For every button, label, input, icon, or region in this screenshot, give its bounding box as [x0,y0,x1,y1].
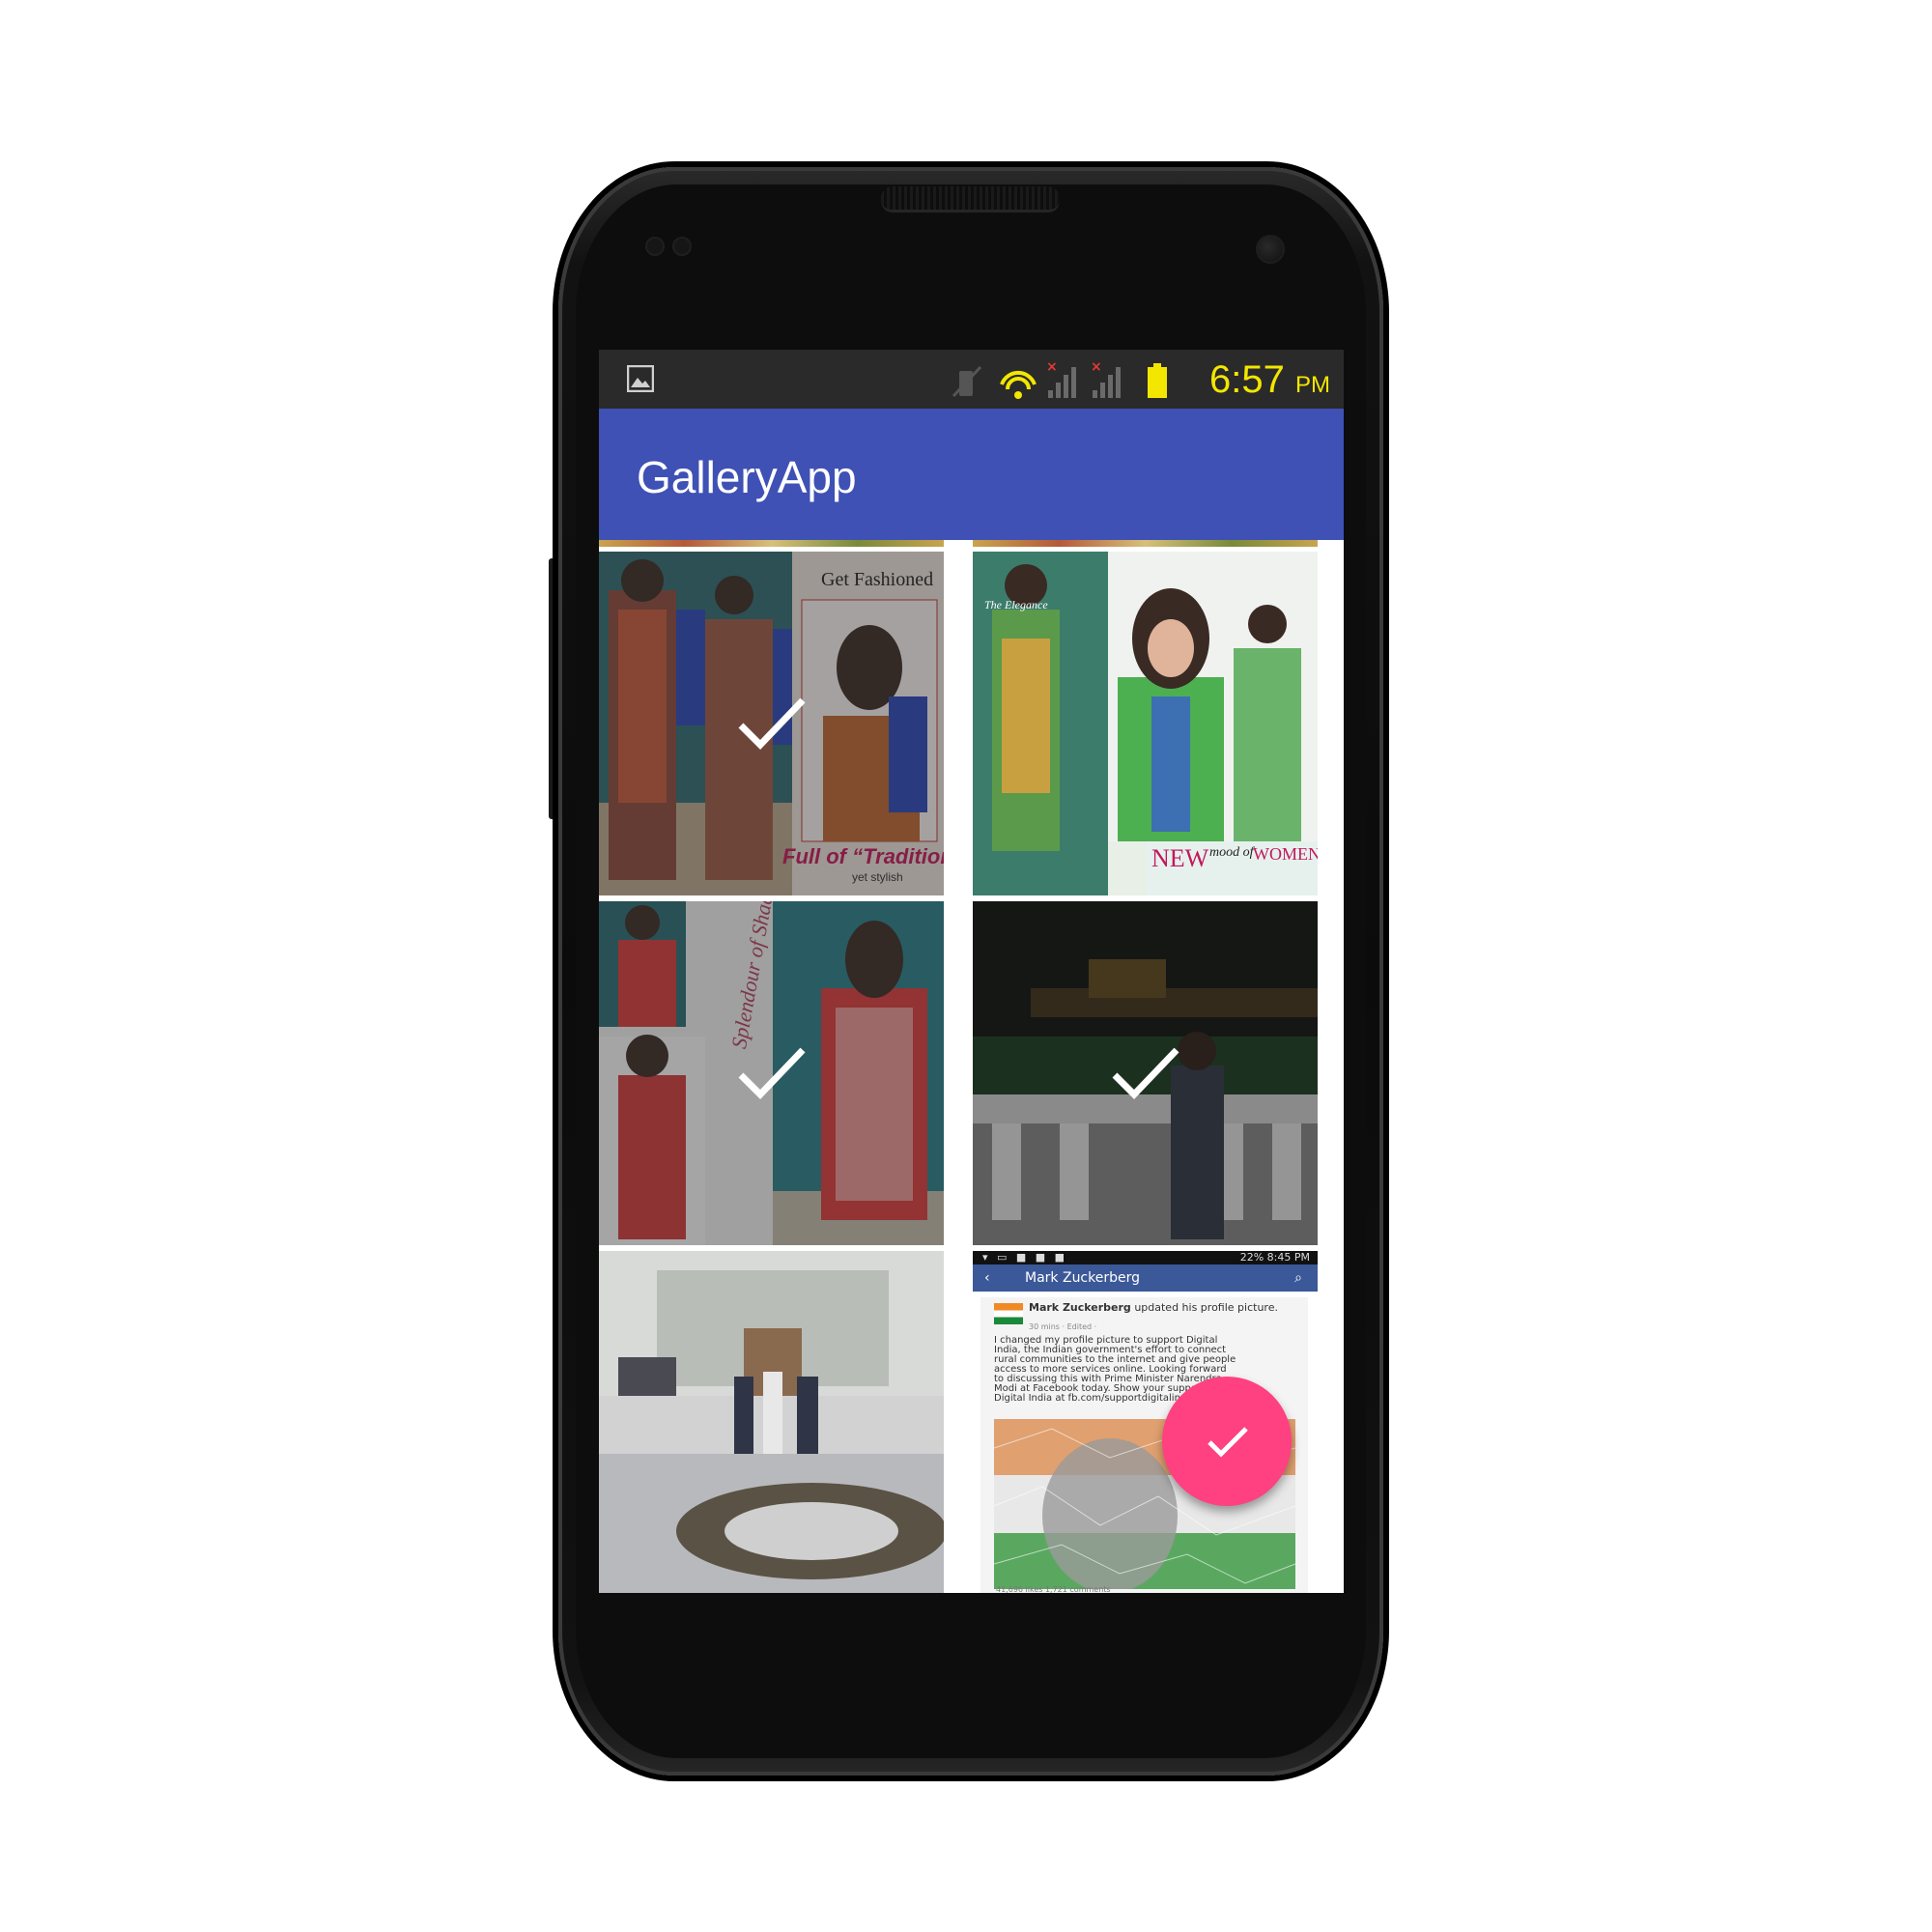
search-icon: ⌕ [1294,1270,1302,1286]
confirm-selection-button[interactable] [1162,1377,1292,1506]
earpiece-speaker [881,186,1060,213]
gallery-tile-selected[interactable]: Get Fashioned Full of “Tradition” yet st… [599,552,944,895]
post-author-line: Mark Zuckerberg updated his profile pict… [1029,1301,1278,1314]
profile-avatar [994,1303,1023,1324]
gallery-notification-icon [627,365,654,392]
post-author: Mark Zuckerberg [1029,1301,1131,1314]
gallery-tile[interactable] [599,1251,944,1593]
screenshot-status-bar: ▾ ▭ ■ ■ ■ 22% 8:45 PM [973,1251,1318,1264]
gallery-tile-selected[interactable] [973,901,1318,1245]
photo-caption: The Elegance [984,598,1048,611]
check-icon [1112,1047,1179,1100]
signal-no-service-icon: × [1091,359,1121,398]
front-camera [1256,235,1285,264]
post-action: updated his profile picture. [1134,1301,1278,1314]
clock-time: 6:57 [1209,358,1285,401]
check-icon [738,1047,806,1100]
status-bar: × × 6:57 PM [599,350,1344,409]
app-bar: GalleryApp [599,409,1344,540]
svg-text:×: × [1091,359,1102,375]
gallery-tile[interactable]: The Elegance NEW mood of WOMEN [973,552,1318,895]
post-footer: 41,696 likes 1,721 comments [996,1585,1111,1593]
partial-tile[interactable] [599,540,944,547]
photo-caption: mood of [1209,845,1254,860]
photo-caption: WOMEN [1253,844,1318,864]
proximity-sensor [645,237,665,256]
screenshot-status-text: 22% 8:45 PM [1239,1251,1310,1264]
gallery-photo [599,1251,944,1593]
volume-button [549,558,556,819]
status-icons: × × [952,359,1167,399]
check-icon [738,697,806,751]
screenshot-header: ‹ Mark Zuckerberg ⌕ [973,1264,1318,1292]
svg-text:×: × [1046,359,1058,375]
partial-tile[interactable] [973,540,1318,547]
app-title: GalleryApp [637,452,857,502]
gallery-grid[interactable]: Get Fashioned Full of “Tradition” yet st… [599,540,1344,1593]
screenshot-title: Mark Zuckerberg [1025,1270,1141,1286]
check-icon [1208,1427,1248,1458]
clock-ampm: PM [1294,372,1330,398]
post-meta: 30 mins · Edited · [1029,1322,1097,1331]
phone-screen: × × 6:57 PM GalleryApp Get Fashioned Ful… [599,350,1344,1593]
wifi-icon [1000,370,1037,399]
signal-no-service-icon: × [1046,359,1076,398]
battery-icon [1148,363,1167,398]
light-sensor [672,237,692,256]
device-mockup: × × 6:57 PM GalleryApp Get Fashioned Ful… [0,0,1932,1932]
photo-caption: NEW [1151,844,1209,872]
gallery-tile-selected[interactable]: Splendour of Shades [599,901,944,1245]
clock: 6:57 PM [1209,355,1330,410]
back-arrow-icon: ‹ [984,1270,990,1286]
vibrate-off-icon [952,365,982,398]
